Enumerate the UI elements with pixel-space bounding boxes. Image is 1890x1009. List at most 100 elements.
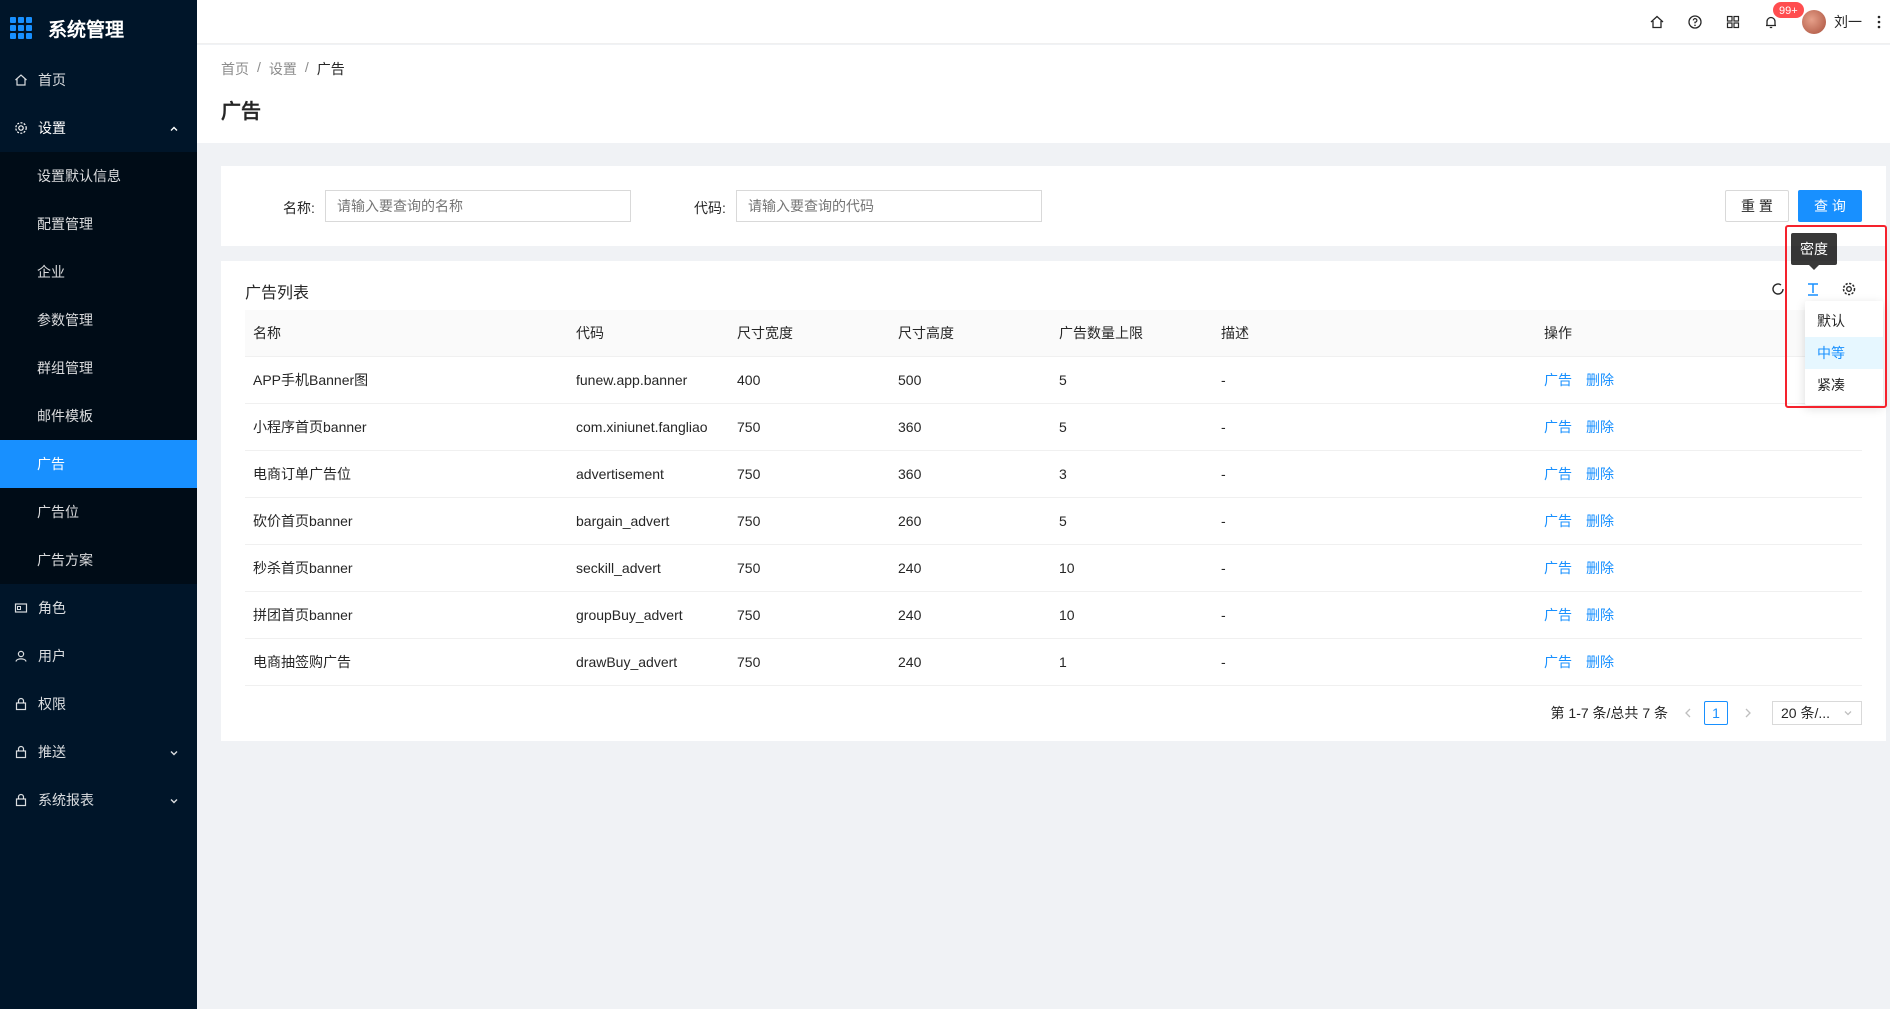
- delete-link[interactable]: 删除: [1586, 560, 1614, 576]
- next-page-icon[interactable]: [1736, 701, 1760, 725]
- bell-icon[interactable]: 99+: [1752, 0, 1805, 44]
- sidebar-item-ad-slots[interactable]: 广告位: [0, 488, 197, 536]
- sidebar-item-push[interactable]: 推送: [0, 728, 197, 776]
- reload-icon[interactable]: [1766, 277, 1790, 301]
- breadcrumb-home[interactable]: 首页: [221, 59, 249, 79]
- sidebar-item-enterprise[interactable]: 企业: [0, 248, 197, 296]
- delete-link[interactable]: 删除: [1586, 513, 1614, 529]
- sidebar-item-default-info[interactable]: 设置默认信息: [0, 152, 197, 200]
- sidebar-item-mail-templates[interactable]: 邮件模板: [0, 392, 197, 440]
- cell-limit: 5: [1059, 419, 1067, 435]
- ad-link[interactable]: 广告: [1544, 560, 1572, 576]
- table-row: 砍价首页banner bargain_advert 750 260 5 - 广告…: [245, 498, 1862, 545]
- more-vertical-icon[interactable]: [1872, 15, 1886, 29]
- sidebar-item-label: 配置管理: [37, 216, 93, 232]
- column-header-width[interactable]: 尺寸宽度: [729, 323, 890, 343]
- chevron-up-icon: [169, 121, 179, 137]
- breadcrumb-settings[interactable]: 设置: [269, 59, 297, 79]
- cell-height: 260: [898, 513, 922, 529]
- cell-limit: 3: [1059, 466, 1067, 482]
- pagination-summary: 第 1-7 条/总共 7 条: [1550, 705, 1668, 721]
- table-row: 秒杀首页banner seckill_advert 750 240 10 - 广…: [245, 545, 1862, 592]
- cell-width: 750: [737, 513, 761, 529]
- user-menu[interactable]: 刘一: [1802, 10, 1862, 34]
- density-option-compact[interactable]: 紧凑: [1805, 369, 1883, 401]
- search-form: 名称: 代码: 重 置 查 询: [221, 166, 1886, 246]
- name-search-input[interactable]: [325, 190, 631, 222]
- prev-page-icon[interactable]: [1676, 701, 1700, 725]
- page-size-value: 20 条/...: [1781, 705, 1831, 721]
- cell-actions: 广告 删除: [1536, 605, 1862, 625]
- density-option-middle[interactable]: 中等: [1805, 337, 1883, 369]
- sidebar-item-label: 推送: [38, 744, 66, 760]
- sidebar: 系统管理 首页 设置 设置默认信息 配置管理 企业 参数管理 群组管理 邮件模板…: [0, 0, 197, 1009]
- density-option-default[interactable]: 默认: [1805, 305, 1883, 337]
- sidebar-item-reports[interactable]: 系统报表: [0, 776, 197, 824]
- sidebar-item-settings[interactable]: 设置: [0, 104, 197, 152]
- cell-code: seckill_advert: [576, 560, 661, 576]
- pagination: 第 1-7 条/总共 7 条 1 20 条/...: [1551, 701, 1862, 725]
- cell-width: 400: [737, 372, 761, 388]
- breadcrumb-current: 广告: [316, 61, 345, 77]
- cell-height: 360: [898, 466, 922, 482]
- cell-name: 砍价首页banner: [253, 513, 353, 529]
- column-header-code[interactable]: 代码: [568, 323, 729, 343]
- ad-link[interactable]: 广告: [1544, 419, 1572, 435]
- page-title: 广告: [221, 101, 261, 123]
- cell-description: -: [1221, 419, 1226, 435]
- sidebar-item-label: 设置默认信息: [37, 168, 121, 184]
- delete-link[interactable]: 删除: [1586, 466, 1614, 482]
- cell-name: 拼团首页banner: [253, 607, 353, 623]
- chevron-down-icon: [1843, 705, 1853, 721]
- query-button[interactable]: 查 询: [1798, 190, 1862, 222]
- ad-link[interactable]: 广告: [1544, 607, 1572, 623]
- column-header-limit[interactable]: 广告数量上限: [1051, 323, 1213, 343]
- cell-code: bargain_advert: [576, 513, 670, 529]
- cell-description: -: [1221, 607, 1226, 623]
- cell-code: funew.app.banner: [576, 372, 688, 388]
- breadcrumb: 首页 / 设置 / 广告: [221, 59, 1866, 79]
- logo[interactable]: 系统管理: [0, 0, 197, 56]
- cell-width: 750: [737, 654, 761, 670]
- sidebar-item-users[interactable]: 用户: [0, 632, 197, 680]
- chevron-down-icon: [169, 793, 179, 809]
- ad-link[interactable]: 广告: [1544, 466, 1572, 482]
- settings-gear-icon[interactable]: [1837, 277, 1861, 301]
- delete-link[interactable]: 删除: [1586, 372, 1614, 388]
- column-header-name[interactable]: 名称: [245, 323, 568, 343]
- code-search-input[interactable]: [736, 190, 1042, 222]
- ad-table: 名称 代码 尺寸宽度 尺寸高度 广告数量上限 描述 操作 APP手机Banner…: [245, 310, 1862, 686]
- cell-limit: 10: [1059, 560, 1075, 576]
- sidebar-item-groups[interactable]: 群组管理: [0, 344, 197, 392]
- sidebar-item-permissions[interactable]: 权限: [0, 680, 197, 728]
- ad-link[interactable]: 广告: [1544, 372, 1572, 388]
- sidebar-item-roles[interactable]: 角色: [0, 584, 197, 632]
- density-icon[interactable]: [1801, 277, 1825, 301]
- page-number-current[interactable]: 1: [1704, 701, 1728, 725]
- delete-link[interactable]: 删除: [1586, 654, 1614, 670]
- apps-icon[interactable]: [1714, 0, 1752, 44]
- cell-description: -: [1221, 466, 1226, 482]
- delete-link[interactable]: 删除: [1586, 419, 1614, 435]
- sidebar-item-label: 参数管理: [37, 312, 93, 328]
- sidebar-item-params[interactable]: 参数管理: [0, 296, 197, 344]
- user-icon: [14, 649, 28, 663]
- ad-link[interactable]: 广告: [1544, 513, 1572, 529]
- top-header: 99+ 刘一: [197, 0, 1890, 44]
- column-header-description[interactable]: 描述: [1213, 323, 1536, 343]
- sidebar-item-ad-plans[interactable]: 广告方案: [0, 536, 197, 584]
- sidebar-item-home[interactable]: 首页: [0, 56, 197, 104]
- sidebar-item-ads[interactable]: 广告: [0, 440, 197, 488]
- delete-link[interactable]: 删除: [1586, 607, 1614, 623]
- sidebar-item-config[interactable]: 配置管理: [0, 200, 197, 248]
- page-size-select[interactable]: 20 条/...: [1772, 701, 1862, 725]
- sidebar-item-label: 首页: [38, 72, 66, 88]
- reset-button[interactable]: 重 置: [1725, 190, 1789, 222]
- column-header-height[interactable]: 尺寸高度: [890, 323, 1051, 343]
- cell-actions: 广告 删除: [1536, 652, 1862, 672]
- help-icon[interactable]: [1676, 0, 1714, 44]
- ad-link[interactable]: 广告: [1544, 654, 1572, 670]
- sidebar-item-label: 用户: [38, 648, 66, 664]
- cell-description: -: [1221, 513, 1226, 529]
- home-icon[interactable]: [1638, 0, 1676, 44]
